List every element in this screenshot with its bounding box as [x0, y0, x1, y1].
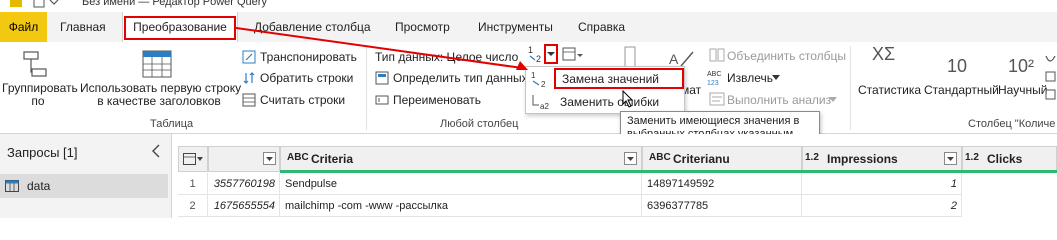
column-type-icon[interactable]: ABC — [649, 152, 671, 163]
transform-tab-highlight — [124, 16, 236, 40]
use-first-row-icon — [142, 50, 172, 78]
mouse-cursor-icon — [622, 90, 634, 108]
replace-values-label: Замена значений — [562, 72, 659, 86]
table-cell[interactable]: 1 — [802, 173, 962, 195]
table-cell[interactable]: Sendpulse — [280, 173, 642, 195]
column-header-clicks[interactable]: 1.2 Clicks — [962, 146, 1057, 172]
group-separator — [850, 46, 851, 130]
svg-text:ABC: ABC — [707, 71, 721, 78]
standard-button[interactable]: Стандартный — [924, 83, 999, 97]
extract-button[interactable]: Извлечь — [727, 71, 773, 85]
replace-errors-menu-item[interactable]: Заменить ошибки — [560, 95, 659, 109]
table-cell[interactable]: 6396377785 — [642, 195, 802, 217]
statistics-button[interactable]: Статистика — [858, 83, 921, 97]
column-header-impressions[interactable]: 1.2 Impressions — [802, 146, 962, 172]
pivot-icon[interactable] — [562, 46, 584, 62]
table-icon — [5, 180, 19, 192]
window-title: Без имени — Редактор Power Query — [82, 0, 267, 8]
column-type-icon[interactable]: 1.2 — [965, 152, 979, 163]
svg-text:123: 123 — [707, 80, 719, 86]
scientific-button[interactable]: Научный — [998, 83, 1047, 97]
use-first-row-button[interactable]: Использовать первую строку в качестве за… — [80, 82, 241, 108]
any-column-group-label: Любой столбец — [440, 118, 519, 130]
query-item-label: data — [27, 179, 51, 193]
quick-access-icons[interactable] — [6, 0, 66, 11]
tab-file[interactable]: Файл — [0, 12, 47, 42]
group-by-icon — [23, 51, 47, 77]
replace-values-menu-item[interactable]: Замена значений — [554, 68, 684, 89]
standard-icon: 10 — [947, 56, 968, 76]
table-cell[interactable]: 14897149592 — [642, 173, 802, 195]
row-number: 2 — [178, 195, 208, 217]
svg-text:2: 2 — [536, 54, 541, 64]
tab-help[interactable]: Справка — [578, 12, 625, 42]
statistics-icon: XΣ — [872, 44, 896, 64]
count-rows-icon — [242, 93, 256, 107]
column-type-icon[interactable]: 1.2 — [805, 152, 819, 163]
trig-icons — [1045, 55, 1056, 100]
rename-icon — [375, 95, 389, 105]
table-cell[interactable]: mailchimp -com -www -рассылка — [280, 195, 642, 217]
replace-errors-icon: a2 — [532, 95, 549, 111]
table-cell[interactable]: 1675655554 — [208, 195, 280, 217]
svg-text:A: A — [669, 51, 679, 67]
number-column-group-label: Столбец "Количе — [968, 118, 1056, 130]
extract-icon: ABC 123 — [707, 71, 721, 86]
filter-dropdown-icon[interactable] — [263, 152, 276, 165]
index-column-header — [208, 146, 280, 172]
merge-columns-button[interactable]: Объединить столбцы — [727, 49, 846, 63]
parse-button[interactable]: Выполнить анализ — [727, 93, 831, 107]
highlight-arrow-icon — [236, 27, 528, 70]
collapse-chevron-icon[interactable] — [151, 144, 161, 158]
filter-dropdown-icon[interactable] — [624, 152, 637, 165]
table-menu-icon — [183, 153, 203, 165]
column-header-criteria[interactable]: ABC Criteria — [280, 146, 642, 172]
count-rows-button[interactable]: Считать строки — [260, 93, 345, 107]
column-name: Impressions — [827, 152, 898, 166]
tab-home[interactable]: Главная — [60, 12, 106, 42]
scientific-icon: 10² — [1008, 56, 1035, 76]
table-corner-menu[interactable] — [178, 146, 208, 172]
svg-text:2: 2 — [541, 80, 546, 88]
column-name: Criteria — [311, 152, 354, 166]
column-icon — [624, 46, 636, 68]
replace-values-dropdown-button[interactable] — [544, 44, 558, 64]
rename-button[interactable]: Переименовать — [393, 93, 481, 107]
chevron-down-icon — [829, 97, 837, 102]
column-name: Criterianu — [673, 152, 730, 166]
row-number: 1 — [178, 173, 208, 195]
chevron-down-icon — [772, 75, 780, 80]
queries-pane-title: Запросы [1] — [7, 145, 78, 160]
queries-pane: Запросы [1] data — [0, 134, 172, 218]
svg-text:a2: a2 — [540, 102, 549, 111]
chevron-down-icon — [547, 52, 555, 56]
group-by-button[interactable]: Группировать по — [2, 82, 78, 108]
column-type-icon[interactable]: ABC — [287, 152, 309, 163]
query-item[interactable]: data — [0, 174, 168, 198]
parse-icon — [709, 92, 725, 106]
filter-dropdown-icon[interactable] — [944, 152, 957, 165]
table-cell[interactable]: 3557760198 — [208, 173, 280, 195]
title-bar: Без имени — Редактор Power Query — [0, 0, 1057, 12]
table-cell[interactable]: 2 — [802, 195, 962, 217]
column-header-criteriaid[interactable]: ABC Criterianu — [642, 146, 802, 172]
table-group-label: Таблица — [150, 118, 194, 130]
merge-columns-icon — [709, 48, 725, 62]
column-name: Clicks — [987, 152, 1023, 166]
